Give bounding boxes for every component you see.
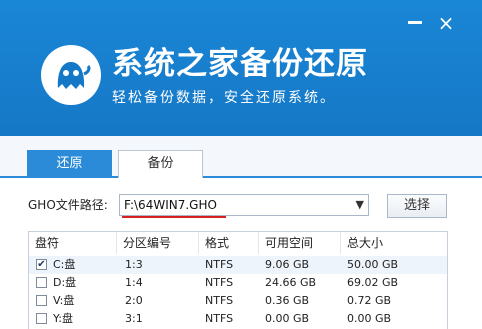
format-cell: NTFS xyxy=(205,312,234,325)
total-size-cell: 0.72 GB xyxy=(347,294,392,307)
column-header-free-space[interactable]: 可用空间 xyxy=(259,232,341,254)
column-header-drive[interactable]: 盘符 xyxy=(29,232,117,254)
gho-path-value: F:\64WIN7.GHO xyxy=(124,198,217,212)
drive-cell: C:盘 xyxy=(53,258,76,271)
column-header-format[interactable]: 格式 xyxy=(199,232,259,254)
free-space-cell: 0.36 GB xyxy=(265,294,310,307)
app-subtitle: 轻松备份数据，安全还原系统。 xyxy=(112,90,336,106)
gho-path-select[interactable]: F:\64WIN7.GHO ▼ xyxy=(119,194,369,216)
format-cell: NTFS xyxy=(205,258,234,271)
partition-cell: 1:4 xyxy=(125,276,143,289)
chevron-down-icon[interactable]: ▼ xyxy=(356,195,364,215)
row-checkbox[interactable] xyxy=(36,313,47,324)
minimize-button[interactable] xyxy=(408,21,422,24)
partition-cell: 1:3 xyxy=(125,258,143,271)
row-checkbox[interactable]: ✔ xyxy=(36,259,47,270)
partition-cell: 3:1 xyxy=(125,312,143,325)
drive-cell: V:盘 xyxy=(53,294,75,307)
gho-path-label: GHO文件路径: xyxy=(28,198,108,212)
free-space-cell: 9.06 GB xyxy=(265,258,310,271)
total-size-cell: 0.00 GB xyxy=(347,312,392,325)
drive-cell: D:盘 xyxy=(53,276,77,289)
table-row[interactable]: Y:盘 3:1 NTFS 0.00 GB 0.00 GB xyxy=(29,310,447,328)
format-cell: NTFS xyxy=(205,294,234,307)
table-row[interactable]: ✔ C:盘 1:3 NTFS 9.06 GB 50.00 GB xyxy=(29,256,447,274)
row-checkbox[interactable] xyxy=(36,277,47,288)
format-cell: NTFS xyxy=(205,276,234,289)
partition-cell: 2:0 xyxy=(125,294,143,307)
column-header-total-size[interactable]: 总大小 xyxy=(341,232,447,254)
tab-backup[interactable]: 备份 xyxy=(118,150,203,178)
row-checkbox[interactable] xyxy=(36,295,47,306)
free-space-cell: 0.00 GB xyxy=(265,312,310,325)
drive-cell: Y:盘 xyxy=(53,312,73,325)
browse-button[interactable]: 选择 xyxy=(387,194,447,218)
table-row[interactable]: D:盘 1:4 NTFS 24.66 GB 69.02 GB xyxy=(29,274,447,292)
tab-restore[interactable]: 还原 xyxy=(27,150,112,178)
table-row[interactable]: V:盘 2:0 NTFS 0.36 GB 0.72 GB xyxy=(29,292,447,310)
total-size-cell: 50.00 GB xyxy=(347,258,399,271)
total-size-cell: 69.02 GB xyxy=(347,276,399,289)
app-title: 系统之家备份还原 xyxy=(112,46,368,82)
close-button[interactable]: × xyxy=(437,13,455,33)
column-header-partition[interactable]: 分区编号 xyxy=(117,232,199,254)
partition-table: 盘符 分区编号 格式 可用空间 总大小 ✔ C:盘 1:3 NTFS 9.06 … xyxy=(28,231,448,329)
ghost-icon xyxy=(41,45,101,105)
free-space-cell: 24.66 GB xyxy=(265,276,317,289)
path-highlight-underline xyxy=(122,216,226,218)
